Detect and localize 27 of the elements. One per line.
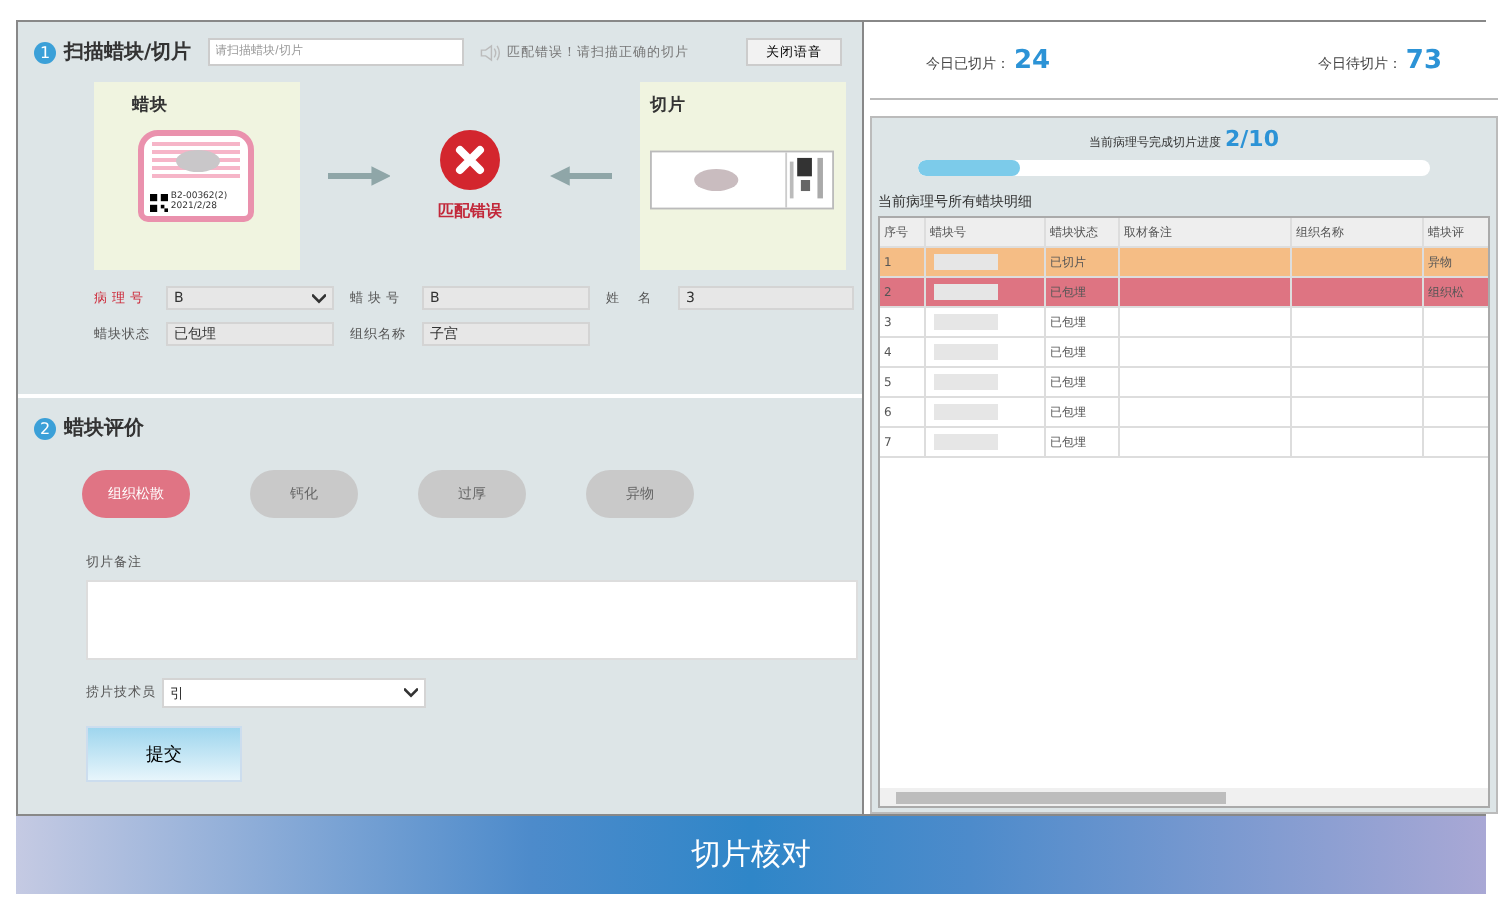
stat-value: 24 (1014, 45, 1051, 75)
redaction-bar (934, 374, 998, 390)
redaction-bar (934, 404, 998, 420)
redaction-bar (934, 434, 998, 450)
banner-title: 切片核对 (691, 836, 811, 874)
section-title: 蜡块评价 (64, 415, 144, 442)
section-title: 扫描蜡块/切片 (64, 39, 192, 66)
step-badge: 2 (34, 417, 56, 439)
card-title: 蜡块 (130, 94, 170, 118)
arrow-left-icon (549, 166, 613, 186)
card-title: 切片 (650, 94, 689, 118)
step-badge: 1 (34, 41, 56, 63)
redaction-bar (934, 314, 998, 330)
redaction-bar (934, 344, 998, 360)
qr-code-icon (150, 193, 169, 211)
progress-value: 2/10 (1225, 126, 1279, 152)
match-result: 匹配错误 (438, 200, 502, 222)
arrow-right-icon (327, 166, 391, 186)
horizontal-scrollbar[interactable] (880, 788, 1488, 806)
speaker-icon (479, 43, 500, 61)
submit-button[interactable]: 提交 (86, 726, 242, 782)
redaction-bar (934, 254, 998, 270)
caret-icon (312, 293, 326, 303)
redaction-bar (934, 284, 998, 300)
stat-value: 73 (1405, 45, 1442, 75)
caret-icon (404, 688, 418, 698)
note-field[interactable] (86, 580, 858, 660)
